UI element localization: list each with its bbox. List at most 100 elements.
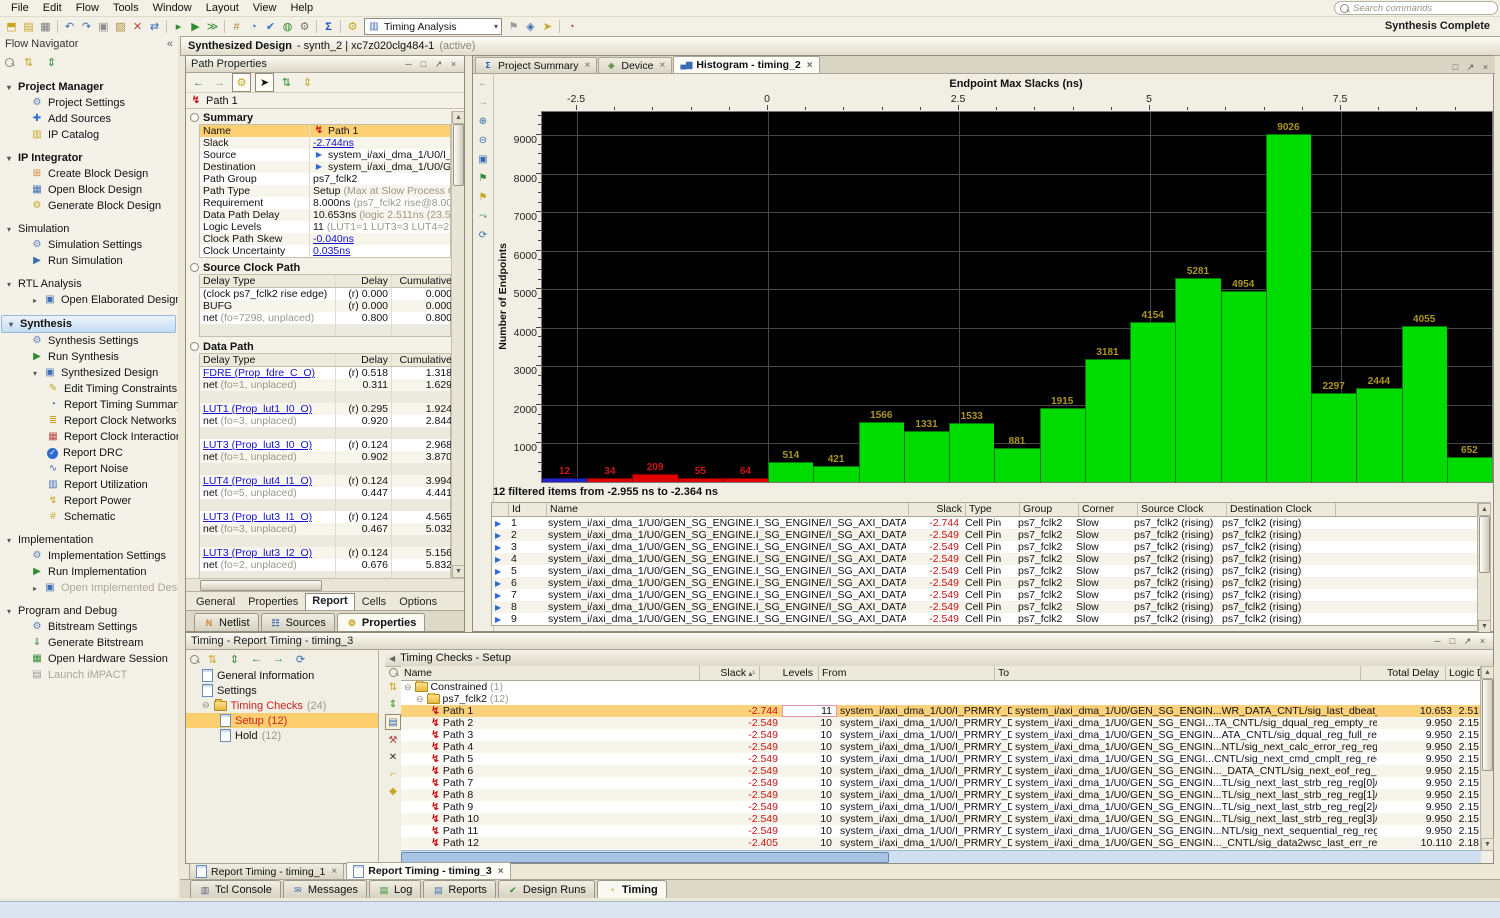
histogram-plot[interactable]: 1234209556451442115661331153388119153181…	[541, 111, 1493, 483]
tab-report[interactable]: Report	[305, 593, 354, 610]
histogram-bar[interactable]	[768, 462, 813, 482]
cell-link[interactable]: LUT4 (Prop_lut4_I1_O)	[203, 475, 312, 487]
maximize-icon[interactable]: □	[1447, 636, 1458, 647]
forward-arrow-icon[interactable]: →	[211, 74, 228, 91]
histogram-bar[interactable]	[1085, 359, 1130, 482]
panel-tab-netlist[interactable]: NNetlist	[194, 613, 259, 631]
scroll-down-icon[interactable]: ▼	[1481, 838, 1494, 851]
histogram-bar[interactable]	[949, 423, 994, 482]
timing-path-row[interactable]: ↯Path 4-2.54910system_i/axi_dma_1/U0/I_P…	[401, 741, 1481, 753]
flag-end-icon[interactable]: ⚑	[476, 190, 491, 204]
property-row[interactable]: Slack-2.744ns	[200, 137, 450, 149]
col-type[interactable]: Type	[966, 503, 1020, 516]
section-expander-icon[interactable]: ▾	[5, 607, 13, 616]
flow-section-synthesis[interactable]: ▾Synthesis	[1, 315, 176, 333]
collapse-all-icon[interactable]: ⇕	[43, 54, 60, 71]
timing-path-row[interactable]: ↯Path 1-2.74411system_i/axi_dma_1/U0/I_P…	[401, 705, 1481, 717]
delay-row[interactable]: BUFG(r) 0.0000.000	[200, 300, 450, 312]
pointer-icon[interactable]: ➤	[539, 18, 556, 35]
col-destination-clock[interactable]: Destination Clock	[1227, 503, 1336, 516]
flow-item-schematic[interactable]: #Schematic	[0, 509, 178, 525]
flow-item-launch-impact[interactable]: ▤Launch iMPACT	[0, 667, 178, 683]
tab-close-icon[interactable]: ×	[498, 866, 504, 877]
console-tab-tcl-console[interactable]: ▥Tcl Console	[190, 880, 281, 898]
filtered-row[interactable]: ▶8system_i/axi_dma_1/U0/GEN_SG_ENGINE.I_…	[492, 601, 1482, 613]
tree-expander-icon[interactable]: ⊖	[202, 700, 210, 711]
flow-item-open-hardware-session[interactable]: ▦Open Hardware Session	[0, 651, 178, 667]
scroll-up-icon[interactable]: ▲	[452, 111, 464, 124]
flow-item-run-implementation[interactable]: ▶Run Implementation	[0, 564, 178, 580]
zoom-fit-icon[interactable]: ▣	[476, 152, 491, 166]
flow-item-open-block-design[interactable]: ▦Open Block Design	[0, 182, 178, 198]
menu-layout[interactable]: Layout	[199, 0, 246, 16]
collapse-left-icon[interactable]: ◀	[389, 654, 395, 663]
delay-row[interactable]: LUT4 (Prop_lut4_I1_O)(r) 0.1243.994	[200, 475, 450, 487]
redo-icon[interactable]: ↷	[78, 18, 95, 35]
flow-item-add-sources[interactable]: ✚Add Sources	[0, 111, 178, 127]
col-source-clock[interactable]: Source Clock	[1138, 503, 1227, 516]
timing-path-row[interactable]: ↯Path 12-2.40510system_i/axi_dma_1/U0/I_…	[401, 837, 1481, 849]
col-logic-delay[interactable]: Logic Delay	[1446, 666, 1481, 680]
menu-flow[interactable]: Flow	[69, 0, 106, 16]
tree-expander-icon[interactable]: ⊖	[416, 693, 424, 705]
panel-tab-properties[interactable]: ⚙Properties	[337, 613, 425, 631]
item-expander-icon[interactable]: ▾	[31, 369, 39, 378]
maximize-icon[interactable]: □	[418, 59, 429, 70]
filtered-row[interactable]: ▶6system_i/axi_dma_1/U0/GEN_SG_ENGINE.I_…	[492, 577, 1482, 589]
filtered-row[interactable]: ▶4system_i/axi_dma_1/U0/GEN_SG_ENGINE.I_…	[492, 553, 1482, 565]
close-icon[interactable]: ×	[1477, 636, 1488, 647]
flag-icon[interactable]: ⚑	[505, 18, 522, 35]
expand-all-icon[interactable]: ⇅	[278, 74, 295, 91]
expand-all-icon[interactable]: ⇅	[386, 680, 400, 694]
panel-tab-sources[interactable]: ☷Sources	[261, 613, 335, 631]
tools-icon[interactable]: ⚙	[296, 18, 313, 35]
property-row[interactable]: Source▶system_i/axi_dma_1/U0/I_PRMRY_	[200, 149, 450, 161]
close-icon[interactable]: ×	[448, 59, 459, 70]
col-name[interactable]: Name	[401, 666, 700, 680]
histogram-bar[interactable]	[632, 474, 677, 482]
tab-project-summary[interactable]: ΣProject Summary×	[475, 57, 597, 73]
float-icon[interactable]: ↗	[433, 59, 444, 70]
delay-row[interactable]	[200, 427, 450, 439]
item-expander-icon[interactable]: ▸	[31, 296, 39, 305]
flow-item-generate-bitstream[interactable]: ⇓Generate Bitstream	[0, 635, 178, 651]
col-slack[interactable]: Slack ▴¹	[700, 666, 760, 680]
cell-link[interactable]: FDRE (Prop_fdre_C_O)	[203, 367, 315, 379]
flow-item-report-timing-summary[interactable]: ◔Report Timing Summary	[0, 397, 178, 413]
flow-item-report-utilization[interactable]: ▥Report Utilization	[0, 477, 178, 493]
cell-link[interactable]: LUT3 (Prop_lut3_I1_O)	[203, 511, 312, 523]
flow-item-open-implemented-design[interactable]: ▸▣Open Implemented Design	[0, 580, 178, 596]
console-tab-design-runs[interactable]: ✔Design Runs	[498, 880, 595, 898]
horizontal-scrollbar[interactable]	[186, 578, 464, 591]
run-icon[interactable]: ▶	[187, 18, 204, 35]
flow-item-generate-block-design[interactable]: ⚙Generate Block Design	[0, 198, 178, 214]
section-expander-icon[interactable]: ▾	[5, 280, 13, 289]
undo-icon[interactable]: ↶	[61, 18, 78, 35]
refresh-icon[interactable]: ⟳	[476, 228, 491, 242]
histogram-bar[interactable]	[994, 448, 1039, 482]
cell-link[interactable]: LUT3 (Prop_lut3_I2_O)	[203, 547, 312, 559]
delay-row[interactable]: LUT3 (Prop_lut3_I0_O)(r) 0.1242.968	[200, 439, 450, 451]
gear-icon[interactable]: ⚙	[232, 73, 251, 92]
flow-item-report-clock-networks[interactable]: ≣Report Clock Networks	[0, 413, 178, 429]
flow-item-synthesized-design[interactable]: ▾▣Synthesized Design	[0, 365, 178, 381]
delay-row[interactable]: LUT3 (Prop_lut3_I1_O)(r) 0.1244.565	[200, 511, 450, 523]
timing-path-row[interactable]: ↯Path 3-2.54910system_i/axi_dma_1/U0/I_P…	[401, 729, 1481, 741]
diamond-icon[interactable]: ◆	[386, 784, 400, 798]
tab-general[interactable]: General	[190, 595, 241, 610]
collapse-all-icon[interactable]: ⇕	[386, 697, 400, 711]
sync-icon[interactable]: ⇄	[146, 18, 163, 35]
delay-row[interactable]: LUT3 (Prop_lut3_I2_O)(r) 0.1245.156	[200, 547, 450, 559]
histogram-bar[interactable]	[1311, 393, 1356, 482]
vertical-scrollbar[interactable]: ▲ ▼	[1480, 666, 1493, 851]
flow-section-simulation[interactable]: ▾Simulation	[0, 221, 178, 237]
tree-node-icon[interactable]	[190, 113, 199, 122]
timing-path-row[interactable]: ↯Path 6-2.54910system_i/axi_dma_1/U0/I_P…	[401, 765, 1481, 777]
delay-row[interactable]	[200, 535, 450, 547]
float-icon[interactable]: ↗	[1462, 636, 1473, 647]
close-icon[interactable]: ×	[1480, 62, 1491, 73]
delay-row[interactable]: (clock ps7_fclk2 rise edge)(r) 0.0000.00…	[200, 288, 450, 300]
chevron-down-icon[interactable]: ▾	[494, 22, 498, 31]
forward-arrow-icon[interactable]: →	[476, 95, 491, 109]
delay-row[interactable]: net (fo=5, unplaced)0.4474.441	[200, 487, 450, 499]
